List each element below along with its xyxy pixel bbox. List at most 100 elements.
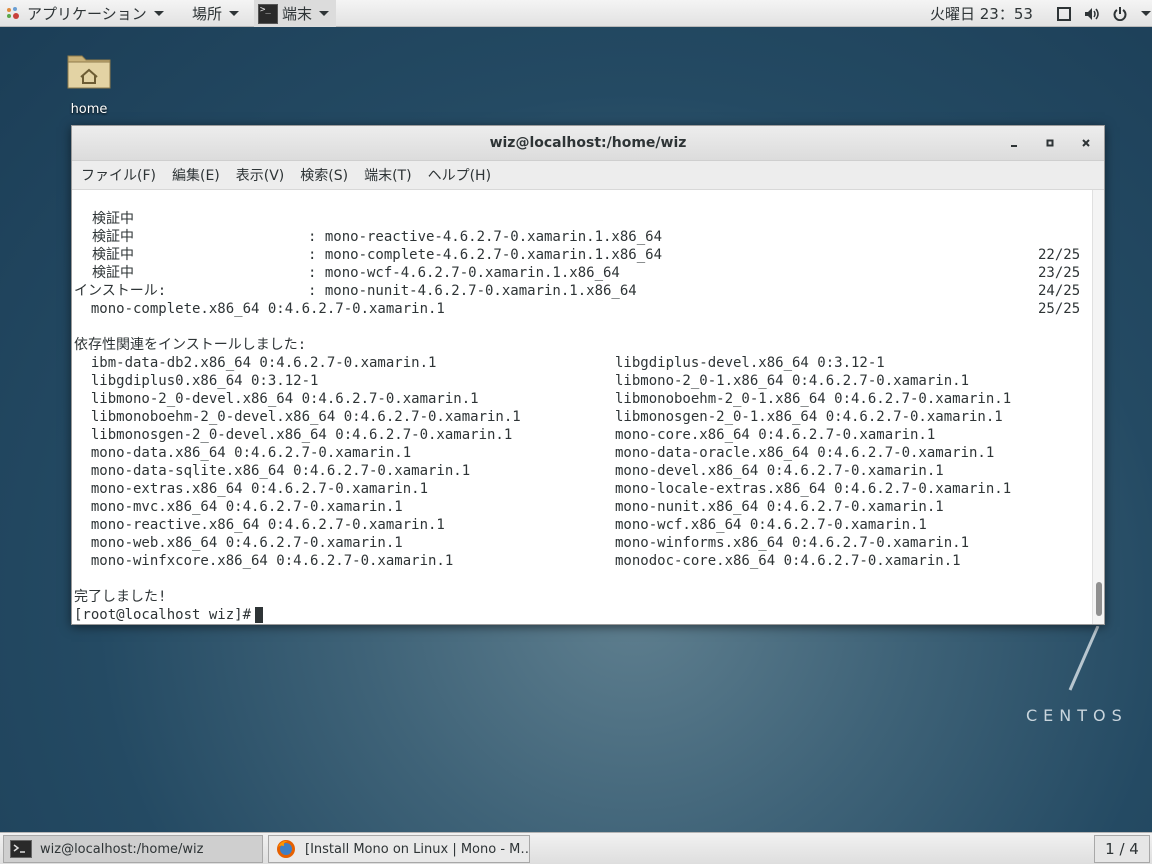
verify-label: 検証中 xyxy=(92,265,134,281)
terminal-output[interactable]: 検証中 : mono-reactive-4.6.2.7-0.xamarin.1.… xyxy=(72,190,1092,624)
dep-right: libmono-2_0-1.x86_64 0:4.6.2.7-0.xamarin… xyxy=(615,373,970,389)
dep-left: libmono-2_0-devel.x86_64 0:4.6.2.7-0.xam… xyxy=(74,391,479,407)
verify-progress: 23/25 xyxy=(1038,265,1081,281)
dep-right: mono-wcf.x86_64 0:4.6.2.7-0.xamarin.1 xyxy=(615,517,927,533)
dep-row: mono-data.x86_64 0:4.6.2.7-0.xamarin.1 mo… xyxy=(74,444,1084,462)
power-icon xyxy=(1112,6,1128,22)
maximize-button[interactable] xyxy=(1041,134,1059,152)
verify-package: : mono-nunit-4.6.2.7-0.xamarin.1.x86_64 xyxy=(308,283,637,299)
window-switch-icon xyxy=(1056,6,1072,22)
dep-right: mono-devel.x86_64 0:4.6.2.7-0.xamarin.1 xyxy=(615,463,944,479)
taskbar-item-terminal[interactable]: wiz@localhost:/home/wiz xyxy=(3,835,263,863)
verify-row: 検証中 : mono-wcf-4.6.2.7-0.xamarin.1.x86_6… xyxy=(74,228,1084,299)
clock-label: 火曜日 23：53 xyxy=(930,5,1033,23)
menu-terminal[interactable]: 端末(T) xyxy=(364,165,411,185)
verify-row: 検証中 : mono-reactive-4.6.2.7-0.xamarin.1.… xyxy=(74,192,1084,263)
dep-row: libgdiplus0.x86_64 0:3.12-1 libmono-2_0-1… xyxy=(74,372,1084,390)
dep-row: libmono-2_0-devel.x86_64 0:4.6.2.7-0.xam… xyxy=(74,390,1084,408)
chevron-down-icon xyxy=(229,11,240,16)
menu-view[interactable]: 表示(V) xyxy=(236,165,285,185)
dep-right: mono-winforms.x86_64 0:4.6.2.7-0.xamarin… xyxy=(615,535,970,551)
volume-icon xyxy=(1084,6,1100,22)
places-label: 場所 xyxy=(192,5,223,23)
dep-right: libgdiplus-devel.x86_64 0:3.12-1 xyxy=(615,355,885,371)
dep-right: monodoc-core.x86_64 0:4.6.2.7-0.xamarin.… xyxy=(615,553,961,569)
dep-left: libgdiplus0.x86_64 0:3.12-1 xyxy=(74,373,319,389)
terminal-icon: >_ xyxy=(258,3,278,24)
complete-message: 完了しました! xyxy=(74,589,167,605)
dep-row: mono-winfxcore.x86_64 0:4.6.2.7-0.xamari… xyxy=(74,552,1084,570)
workspace-indicator[interactable]: 1 / 4 xyxy=(1094,835,1150,863)
chevron-down-icon xyxy=(153,11,164,16)
clock[interactable]: 火曜日 23：53 xyxy=(930,0,1033,27)
top-panel: アプリケーション 場所 >_ 端末 火曜日 23：53 xyxy=(0,0,1152,27)
taskbar-item-firefox[interactable]: [Install Mono on Linux | Mono - M… xyxy=(268,835,530,863)
home-folder-icon xyxy=(66,50,112,90)
dep-right: mono-locale-extras.x86_64 0:4.6.2.7-0.xa… xyxy=(615,481,1012,497)
chevron-down-icon xyxy=(1141,11,1151,16)
dep-row: mono-web.x86_64 0:4.6.2.7-0.xamarin.1 mon… xyxy=(74,534,1084,552)
verify-progress: 24/25 xyxy=(1038,283,1081,299)
verify-row: 検証中 : mono-complete-4.6.2.7-0.xamarin.1.… xyxy=(74,210,1084,281)
dep-right: mono-nunit.x86_64 0:4.6.2.7-0.xamarin.1 xyxy=(615,499,944,515)
terminal-scrollbar[interactable] xyxy=(1092,190,1104,624)
shell-prompt[interactable]: [root@localhost wiz]# xyxy=(74,606,264,624)
dep-right: mono-core.x86_64 0:4.6.2.7-0.xamarin.1 xyxy=(615,427,936,443)
dep-row: mono-reactive.x86_64 0:4.6.2.7-0.xamarin… xyxy=(74,516,1084,534)
dep-left: mono-extras.x86_64 0:4.6.2.7-0.xamarin.1 xyxy=(74,481,429,497)
dep-left: mono-winfxcore.x86_64 0:4.6.2.7-0.xamari… xyxy=(74,553,454,569)
window-list-bar: wiz@localhost:/home/wiz [Install Mono on… xyxy=(0,832,1152,864)
text-cursor xyxy=(255,607,264,623)
gnome-foot-icon xyxy=(4,6,22,22)
dep-left: libmonosgen-2_0-devel.x86_64 0:4.6.2.7-0… xyxy=(74,427,513,443)
dep-row: mono-mvc.x86_64 0:4.6.2.7-0.xamarin.1 mon… xyxy=(74,498,1084,516)
home-label: home xyxy=(70,102,108,117)
verify-row: 検証中 : mono-nunit-4.6.2.7-0.xamarin.1.x86… xyxy=(74,246,1084,317)
centos-wordmark: CENTOS xyxy=(1026,706,1128,725)
dep-row: ibm-data-db2.x86_64 0:4.6.2.7-0.xamarin.… xyxy=(74,354,1084,372)
dep-right: mono-data-oracle.x86_64 0:4.6.2.7-0.xama… xyxy=(615,445,995,461)
prompt-text: [root@localhost wiz]# xyxy=(74,607,252,623)
applications-menu[interactable]: アプリケーション xyxy=(4,0,164,27)
install-package: mono-complete.x86_64 0:4.6.2.7-0.xamarin… xyxy=(74,301,445,317)
dep-left: mono-mvc.x86_64 0:4.6.2.7-0.xamarin.1 xyxy=(74,499,403,515)
close-button[interactable] xyxy=(1077,134,1095,152)
applications-label: アプリケーション xyxy=(27,5,147,23)
dep-left: mono-web.x86_64 0:4.6.2.7-0.xamarin.1 xyxy=(74,535,403,551)
minimize-button[interactable] xyxy=(1005,134,1023,152)
window-titlebar[interactable]: wiz@localhost:/home/wiz xyxy=(72,126,1104,161)
chevron-down-icon xyxy=(319,11,330,16)
dep-left: mono-data-sqlite.x86_64 0:4.6.2.7-0.xama… xyxy=(74,463,471,479)
menu-search[interactable]: 検索(S) xyxy=(300,165,348,185)
terminal-icon xyxy=(10,839,32,859)
firefox-icon xyxy=(275,839,297,859)
centos-logo-mark xyxy=(1068,626,1100,691)
places-menu[interactable]: 場所 xyxy=(192,0,240,27)
terminal-app-menu[interactable]: >_ 端末 xyxy=(254,0,336,27)
dep-left: libmonoboehm-2_0-devel.x86_64 0:4.6.2.7-… xyxy=(74,409,521,425)
scrollbar-thumb[interactable] xyxy=(1096,582,1102,616)
menu-help[interactable]: ヘルプ(H) xyxy=(428,165,491,185)
dep-row: mono-extras.x86_64 0:4.6.2.7-0.xamarin.1… xyxy=(74,480,1084,498)
install-header: インストール: xyxy=(74,283,167,299)
desktop-home-icon[interactable]: home xyxy=(64,50,114,117)
menu-bar: ファイル(F) 編集(E) 表示(V) 検索(S) 端末(T) ヘルプ(H) xyxy=(72,161,1104,190)
terminal-app-label: 端末 xyxy=(282,5,313,23)
dep-row: mono-data-sqlite.x86_64 0:4.6.2.7-0.xama… xyxy=(74,462,1084,480)
dep-left: ibm-data-db2.x86_64 0:4.6.2.7-0.xamarin.… xyxy=(74,355,437,371)
dep-row: libmonosgen-2_0-devel.x86_64 0:4.6.2.7-0… xyxy=(74,426,1084,444)
menu-edit[interactable]: 編集(E) xyxy=(172,165,220,185)
verify-package: : mono-wcf-4.6.2.7-0.xamarin.1.x86_64 xyxy=(308,265,620,281)
system-status-area[interactable] xyxy=(1050,0,1151,27)
dep-row: libmonoboehm-2_0-devel.x86_64 0:4.6.2.7-… xyxy=(74,408,1084,426)
window-title: wiz@localhost:/home/wiz xyxy=(489,135,687,151)
dep-right: libmonoboehm-2_0-1.x86_64 0:4.6.2.7-0.xa… xyxy=(615,391,1012,407)
terminal-window[interactable]: wiz@localhost:/home/wiz ファイル(F) 編集(E) 表示… xyxy=(71,125,1105,625)
menu-file[interactable]: ファイル(F) xyxy=(81,165,156,185)
dep-right: libmonosgen-2_0-1.x86_64 0:4.6.2.7-0.xam… xyxy=(615,409,1003,425)
dep-left: mono-reactive.x86_64 0:4.6.2.7-0.xamarin… xyxy=(74,517,445,533)
verify-progress: 25/25 xyxy=(1038,301,1081,317)
dep-left: mono-data.x86_64 0:4.6.2.7-0.xamarin.1 xyxy=(74,445,412,461)
taskbar-item-label: [Install Mono on Linux | Mono - M… xyxy=(305,841,530,857)
deps-header: 依存性関連をインストールしました: xyxy=(74,337,307,353)
